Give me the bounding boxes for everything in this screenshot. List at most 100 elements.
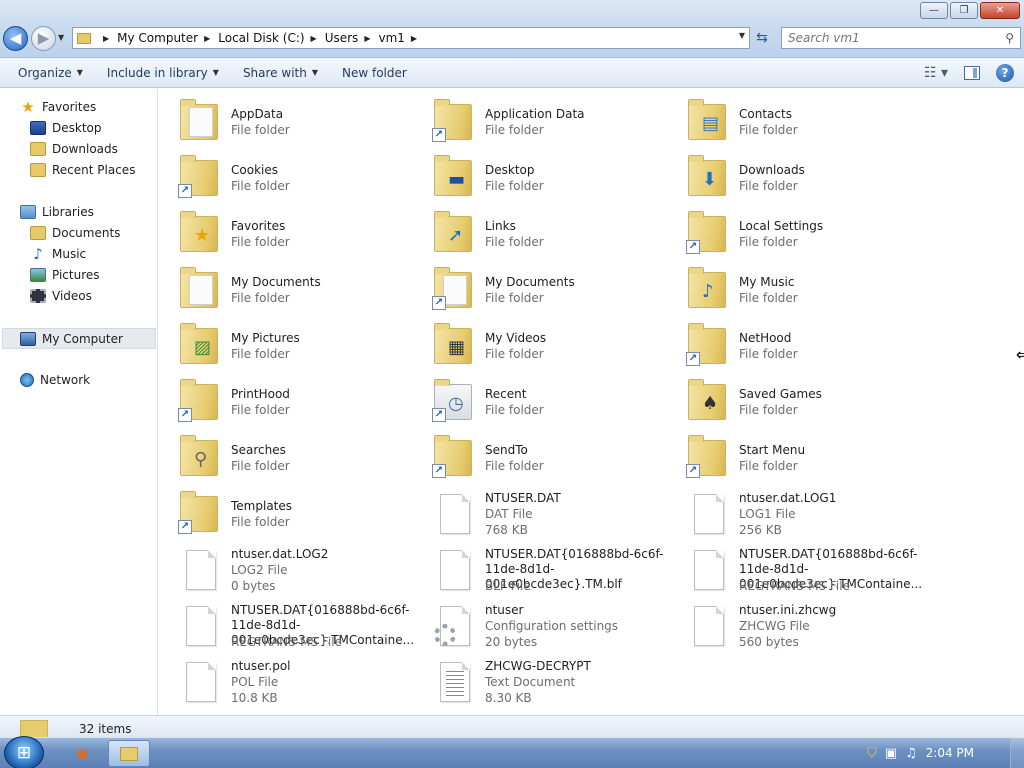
film-icon [30,289,46,303]
organize-menu[interactable]: Organize ▼ [0,58,95,87]
list-item[interactable]: ▬ Desktop File folder [413,149,663,201]
list-item[interactable]: ntuser.dat.LOG1 LOG1 File 256 KB [667,485,917,537]
chevron-right-icon[interactable]: ▶ [103,34,109,43]
music-folder-icon: ♪ [688,266,728,310]
list-item[interactable]: ↗ Start Menu File folder [667,429,917,481]
item-name: Contacts [739,107,792,121]
search-box[interactable]: ⚲ [781,27,1021,49]
item-size: 768 KB [485,523,528,537]
list-item[interactable]: ↗ My Documents File folder [413,261,663,313]
sidebar-item-my-computer[interactable]: My Computer [2,328,156,349]
volume-icon[interactable]: ♫ [905,746,917,761]
sidebar-item-network[interactable]: Network [20,373,90,387]
list-item[interactable]: ➚ Links File folder [413,205,663,257]
sidebar-item-favorites[interactable]: ★ Favorites [20,100,96,115]
sidebar-item-pictures[interactable]: Pictures [30,268,100,282]
chevron-right-icon[interactable]: ▶ [204,34,210,43]
change-view-icon[interactable]: ☷ ▾ [924,65,948,81]
links-folder-icon: ➚ [434,210,474,254]
share-with-menu[interactable]: Share with ▼ [231,58,330,87]
item-name: My Music [739,275,795,289]
item-type: ZHCWG File [739,619,810,633]
file-icon [180,602,220,646]
sidebar-item-libraries[interactable]: Libraries [20,205,94,219]
minimize-button[interactable]: — [920,2,948,19]
show-desktop-button[interactable] [1010,738,1024,768]
pictures-icon [30,268,46,282]
firefox-taskbar-icon[interactable]: ◉ [62,740,102,767]
list-item[interactable]: ♪ My Music File folder [667,261,917,313]
folder-icon [120,747,138,761]
text-document-icon [434,658,474,702]
sidebar-item-label: Network [40,373,91,387]
list-item[interactable]: ♠ Saved Games File folder [667,373,917,425]
address-dropdown[interactable]: ▼ [739,31,745,40]
search-input[interactable] [788,31,988,45]
item-name: Links [485,219,516,233]
network-icon[interactable]: ▣ [885,746,897,761]
sidebar-item-recent-places[interactable]: Recent Places [30,163,135,177]
start-button[interactable]: ⊞ [4,736,44,768]
item-type: File folder [231,459,290,473]
preview-pane-icon[interactable] [964,66,980,80]
breadcrumb-local-disk[interactable]: Local Disk (C:) [218,31,304,45]
explorer-taskbar-button[interactable] [108,740,150,767]
action-center-icon[interactable]: ⛉ [867,746,877,761]
list-item[interactable]: ↗ Templates File folder [159,485,409,537]
forward-button[interactable]: ▶ [31,26,56,51]
list-item[interactable]: ★ Favorites File folder [159,205,409,257]
chevron-right-icon[interactable]: ▶ [364,34,370,43]
list-item[interactable]: NTUSER.DAT{016888bd-6c6f-11de-8d1d-001e0… [413,541,663,593]
new-folder-button[interactable]: New folder [330,58,419,87]
list-item[interactable]: ntuser Configuration settings 20 bytes [413,597,663,649]
breadcrumb-vm1[interactable]: vm1 [378,31,404,45]
contacts-folder-icon: ▤ [688,98,728,142]
include-in-library-menu[interactable]: Include in library ▼ [95,58,231,87]
list-item[interactable]: NTUSER.DAT{016888bd-6c6f-11de-8d1d-001e0… [159,597,414,649]
sidebar-item-label: Libraries [42,205,94,219]
chevron-right-icon[interactable]: ▶ [411,34,417,43]
breadcrumb-users[interactable]: Users [325,31,359,45]
list-item[interactable]: ▦ My Videos File folder [413,317,663,369]
list-item[interactable]: ↗ SendTo File folder [413,429,663,481]
list-item[interactable]: ▤ Contacts File folder [667,93,917,145]
sidebar-item-documents[interactable]: Documents [30,226,120,240]
sidebar-item-desktop[interactable]: Desktop [30,121,102,135]
list-item[interactable]: ZHCWG-DECRYPT Text Document 8.30 KB [413,653,663,705]
help-icon[interactable]: ? [996,64,1014,82]
list-item[interactable]: NTUSER.DAT DAT File 768 KB [413,485,663,537]
list-item[interactable]: ntuser.ini.zhcwg ZHCWG File 560 bytes [667,597,917,649]
item-size: 8.30 KB [485,691,532,705]
list-item[interactable]: ◷ ↗ Recent File folder [413,373,663,425]
clock[interactable]: 2:04 PM [926,746,974,760]
list-item[interactable]: ntuser.dat.LOG2 LOG2 File 0 bytes [159,541,409,593]
list-item[interactable]: ↗ Local Settings File folder [667,205,917,257]
list-item[interactable]: ↗ Cookies File folder [159,149,409,201]
refresh-button[interactable]: ⇆ [751,27,773,49]
list-item[interactable]: AppData File folder [159,93,409,145]
view-controls: ☷ ▾ ? [924,58,1014,88]
sidebar-item-videos[interactable]: Videos [30,289,92,303]
list-item[interactable]: ▨ My Pictures File folder [159,317,409,369]
list-item[interactable]: ↗ Application Data File folder [413,93,663,145]
item-type: REGTRANS-MS File [739,579,850,593]
list-item[interactable]: My Documents File folder [159,261,409,313]
list-item[interactable]: ⬇ Downloads File folder [667,149,917,201]
list-item[interactable]: ntuser.pol POL File 10.8 KB [159,653,409,705]
recent-places-icon [30,163,46,177]
list-item[interactable]: ⚲ Searches File folder [159,429,409,481]
address-bar[interactable]: ▶ My Computer ▶ Local Disk (C:) ▶ Users … [72,27,750,49]
breadcrumb-my-computer[interactable]: My Computer [117,31,198,45]
chevron-right-icon[interactable]: ▶ [311,34,317,43]
list-item[interactable]: ↗ NetHood File folder [667,317,917,369]
sidebar-item-music[interactable]: ♪ Music [30,247,86,262]
maximize-button[interactable]: ❐ [950,2,978,19]
back-button[interactable]: ◀ [3,26,28,51]
sidebar-item-downloads[interactable]: Downloads [30,142,118,156]
search-icon[interactable]: ⚲ [1005,31,1014,45]
recent-pages-dropdown[interactable]: ▼ [58,33,64,42]
list-item[interactable]: ↗ PrintHood File folder [159,373,409,425]
pictures-folder-icon: ▨ [180,322,220,366]
close-button[interactable]: ✕ [980,2,1020,19]
list-item[interactable]: NTUSER.DAT{016888bd-6c6f-11de-8d1d-001e0… [667,541,922,593]
